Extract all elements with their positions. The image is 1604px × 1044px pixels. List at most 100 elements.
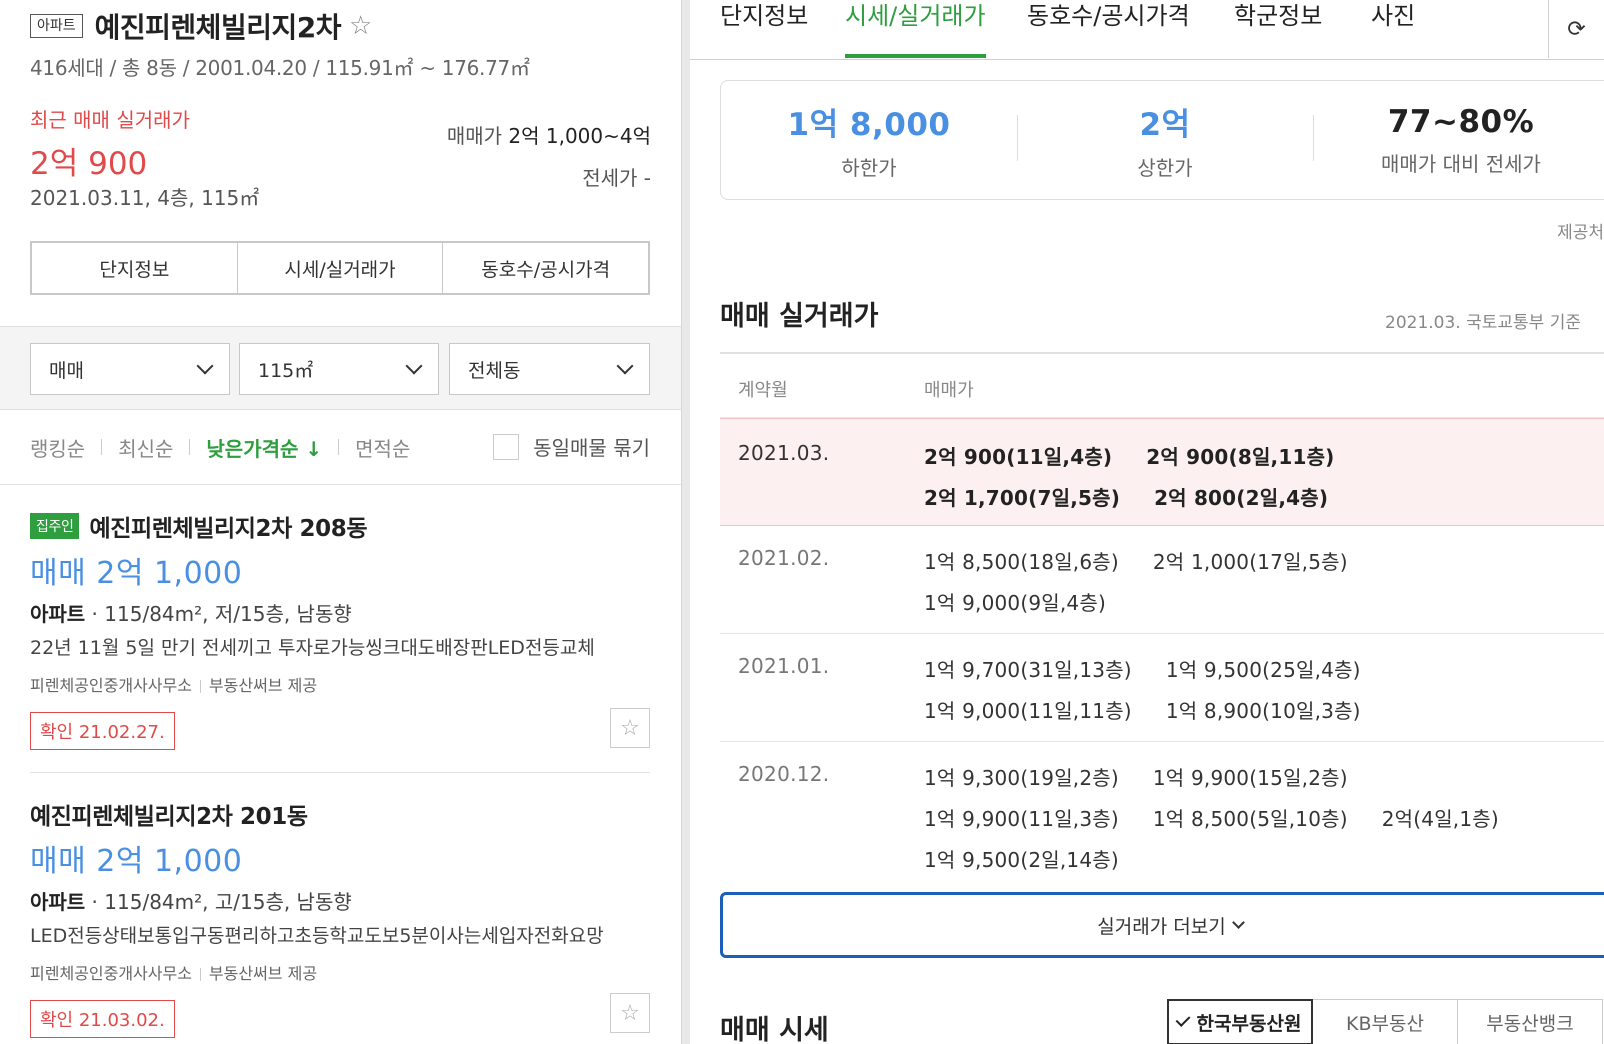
tab-complex-info[interactable]: 단지정보 [32,243,238,293]
agent-provider: 부동산써브 제공 [208,676,318,695]
chevron-down-icon [616,357,634,375]
table-row: 2021.03. 2억 900(11일,4층) 2억 900(8일,11층) 2억… [720,418,1604,526]
section-title-market: 매매 시세 [720,1015,829,1044]
row-month: 2020.12. [738,762,830,786]
divider [189,439,191,455]
trade-entry: 1억 9,900(11일,3층) [924,807,1119,831]
agent-name: 피렌체공인중개사사무소 [30,964,192,983]
tab-unit-price[interactable]: 동호수/공시가격 [443,243,648,293]
sale-range-label: 매매가 [446,124,503,148]
group-label: 동일매물 묶기 [533,436,650,460]
sort-low-price[interactable]: 낮은가격순 ↓ [206,433,322,462]
col-price: 매매가 [924,380,974,401]
listing-spec: 아파트 · 115/84m², 고/15층, 남동향 [30,886,650,915]
list-item[interactable]: 집주인 예진피렌체빌리지2차 208동 매매 2억 1,000 아파트 · 11… [30,510,650,750]
trade-type-select[interactable]: 매매 [30,343,230,395]
list-item[interactable]: 예진피렌체빌리지2차 201동 매매 2억 1,000 아파트 · 115/84… [30,798,650,1038]
trade-line: 2억 900(11일,4층) 2억 900(8일,11층) [924,441,1369,470]
tab-photos[interactable]: 사진 [1371,0,1415,58]
listing-type: 아파트 [30,602,86,626]
listing-description: 22년 11월 5일 만기 전세끼고 투자로가능씽크대도배장판LED전등교체 [30,637,595,659]
row-month: 2021.01. [738,654,830,678]
data-source-link[interactable]: 제공처 [1557,218,1604,243]
tab-provider-bank[interactable]: 부동산뱅크 [1457,999,1603,1044]
group-same-listings[interactable]: 동일매물 묶기 [493,432,650,461]
listing-spec-detail: · 115/84m², 저/15층, 남동향 [85,602,352,626]
area-select[interactable]: 115㎡ [239,343,439,395]
trade-entry: 1억 8,500(18일,6층) [924,550,1119,574]
trade-entry: 2억 800(2일,4층) [1154,486,1329,510]
complex-header: 아파트 예진피렌체빌리지2차 ☆ [30,6,372,46]
trade-entry: 2억 1,000(17일,5층) [1152,550,1348,574]
listing-type: 아파트 [30,890,86,914]
trade-entry: 1억 9,300(19일,2층) [924,766,1119,790]
tab-unit-price[interactable]: 동호수/공시가격 [1027,0,1190,58]
jeonse-ratio: 77~80% [1387,103,1535,140]
trade-line: 1억 9,500(2일,14층) [924,844,1153,873]
sort-latest[interactable]: 최신순 [118,433,173,462]
more-trades-label: 실거래가 더보기 [1097,915,1226,938]
dong-value: 전체동 [468,359,521,382]
bookmark-star-icon[interactable]: ☆ [610,708,650,748]
group-checkbox[interactable] [493,433,520,460]
jeonse-ratio-label: 매매가 대비 전세가 [1381,151,1541,176]
table-row: 2021.02. 1억 8,500(18일,6층) 2억 1,000(17일,5층… [720,526,1604,634]
sort-area[interactable]: 면적순 [355,433,410,462]
trade-entry: 2억(4일,1층) [1381,807,1499,831]
chevron-down-icon [196,357,214,375]
tab-complex-info[interactable]: 단지정보 [720,0,808,58]
divider [101,439,103,455]
complex-summary: 416세대 / 총 8동 / 2001.04.20 / 115.91㎡ ~ 17… [30,56,530,80]
tab-price[interactable]: 시세/실거래가 [238,243,444,293]
table-row: 2021.01. 1억 9,700(31일,13층) 1억 9,500(25일,4… [720,634,1604,742]
tab-provider-kb[interactable]: KB부동산 [1312,999,1458,1044]
trade-line: 2억 1,700(7일,5층) 2억 800(2일,4층) [924,482,1362,511]
area-value: 115㎡ [258,359,314,382]
row-month: 2021.03. [738,441,830,465]
listing-price: 매매 2억 1,000 [30,556,243,591]
complex-name: 예진피렌체빌리지2차 [94,11,342,44]
tab-provider-reb[interactable]: 한국부동산원 [1167,999,1313,1044]
trade-entry: 1억 9,500(2일,14층) [924,848,1119,872]
trade-entry: 2억 1,700(7일,5층) [924,486,1121,510]
detail-tabs: 단지정보 시세/실거래가 동호수/공시가격 학군정보 사진 ⟳ [690,0,1604,60]
more-trades-button[interactable]: 실거래가 더보기 [720,892,1604,958]
dong-select[interactable]: 전체동 [449,343,650,395]
trade-entry: 1억 9,000(11일,11층) [924,699,1132,723]
divider [338,439,340,455]
trade-entry: 1억 9,900(15일,2층) [1152,766,1348,790]
listing-name: 예진피렌체빌리지2차 208동 [89,516,368,542]
trade-line: 1억 9,700(31일,13층) 1억 9,500(25일,4층) [924,654,1395,683]
trade-line: 1억 9,000(11일,11층) 1억 8,900(10일,3층) [924,695,1395,724]
sort-bar: 랭킹순 최신순 낮은가격순 ↓ 면적순 동일매물 묶기 [30,432,650,462]
chevron-down-icon [1231,916,1245,929]
min-price: 1억 8,000 [787,107,951,143]
agent-provider: 부동산써브 제공 [208,964,318,983]
sort-ranking[interactable]: 랭킹순 [30,433,85,462]
listing-spec: 아파트 · 115/84m², 저/15층, 남동향 [30,598,650,627]
favorite-star-icon[interactable]: ☆ [349,11,372,41]
refresh-icon[interactable]: ⟳ [1548,0,1604,58]
tab-price[interactable]: 시세/실거래가 [845,0,986,58]
summary-min: 1억 8,000 하한가 [721,81,1017,199]
complex-tabs: 단지정보 시세/실거래가 동호수/공시가격 [30,241,650,295]
section-title: 매매 실거래가 [720,301,879,332]
sale-range-value: 2억 1,000~4억 [508,124,651,148]
trade-entry: 2억 900(11일,4층) [924,445,1113,469]
tab-school[interactable]: 학군정보 [1234,0,1322,58]
bookmark-star-icon[interactable]: ☆ [610,993,650,1033]
jeonse-price: 전세가 - [582,166,651,190]
table-header: 계약월 매매가 [720,352,1604,418]
trade-entry: 1억 8,900(10일,3층) [1165,699,1361,723]
trade-line: 1억 8,500(18일,6층) 2억 1,000(17일,5층) [924,546,1382,575]
agent-name: 피렌체공인중개사사무소 [30,676,192,695]
chevron-down-icon [405,357,423,375]
trade-entry: 2억 900(8일,11층) [1146,445,1335,469]
table-row: 2020.12. 1억 9,300(19일,2층) 1억 9,900(15일,2층… [720,742,1604,882]
divider [199,968,201,981]
trade-line: 1억 9,300(19일,2층) 1억 9,900(15일,2층) [924,762,1382,791]
summary-max: 2억 상한가 [1017,81,1313,199]
panel-gutter [682,0,690,1044]
provider-label: KB부동산 [1346,1012,1424,1035]
summary-ratio: 77~80% 매매가 대비 전세가 [1313,81,1604,199]
